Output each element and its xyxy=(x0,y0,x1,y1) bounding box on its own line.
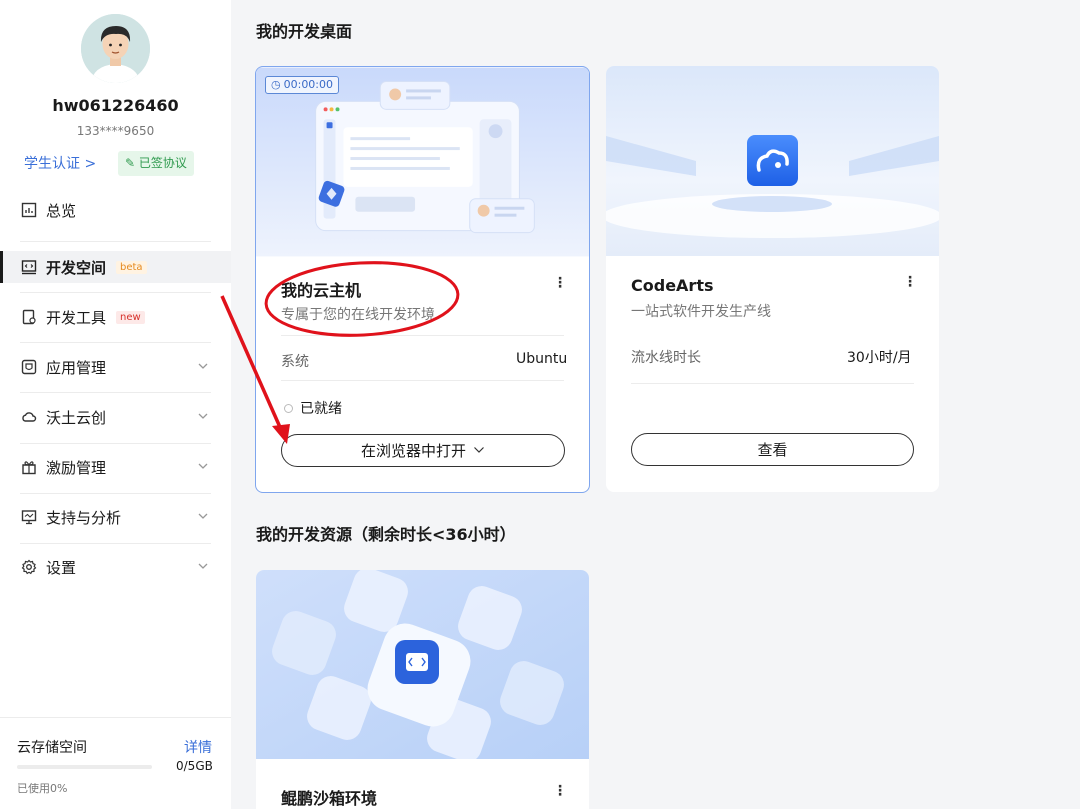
status-indicator: 已就绪 xyxy=(284,398,342,418)
nav-divider xyxy=(20,342,211,343)
devtools-icon xyxy=(20,308,38,326)
storage-detail-link[interactable]: 详情 xyxy=(184,737,212,757)
codearts-subtitle: 一站式软件开发生产线 xyxy=(631,304,771,320)
nav-divider xyxy=(20,241,211,242)
status-dot-icon xyxy=(284,403,293,413)
nav-label-incentive: 激励管理 xyxy=(46,458,107,477)
nav-label-overview: 总览 xyxy=(46,201,77,220)
storage-progress-bar xyxy=(17,765,152,769)
cloud-icon xyxy=(20,408,38,426)
pipeline-duration-value: 30小时/月 xyxy=(847,350,912,366)
nav-item-support[interactable]: 支持与分析 xyxy=(20,505,211,529)
storage-quota: 0/5GB xyxy=(176,759,213,773)
cloud-host-card[interactable]: ◷ 00:00:00 我的云主机 ⋮ 专属于您的在线开发环境 系统 Ubuntu… xyxy=(255,66,590,493)
nav-label-support: 支持与分析 xyxy=(46,508,122,527)
codearts-title: CodeArts xyxy=(631,276,714,295)
timer-value: 00:00:00 xyxy=(283,78,334,91)
more-options-icon[interactable]: ⋮ xyxy=(553,783,567,799)
gift-icon xyxy=(20,458,38,476)
chevron-down-icon xyxy=(197,408,209,426)
nav-label-devspace: 开发空间 xyxy=(46,258,107,277)
nav-item-incentive[interactable]: 激励管理 xyxy=(20,455,211,479)
open-in-browser-button[interactable]: 在浏览器中打开 xyxy=(281,434,565,467)
username: hw061226460 xyxy=(52,96,179,115)
signed-agreement-badge[interactable]: ✎ 已签协议 xyxy=(118,151,194,176)
beta-tag: beta xyxy=(116,260,147,274)
os-label: 系统 xyxy=(281,354,309,370)
view-button[interactable]: 查看 xyxy=(631,433,914,466)
pipeline-duration-label: 流水线时长 xyxy=(631,350,701,366)
storage-used: 已使用0% xyxy=(17,782,68,795)
avatar[interactable] xyxy=(81,14,150,83)
sandbox-illustration xyxy=(256,570,589,759)
monitor-chart-icon xyxy=(20,508,38,526)
nav-divider xyxy=(20,292,211,293)
card-divider xyxy=(281,380,564,381)
timer-badge: ◷ 00:00:00 xyxy=(265,76,340,94)
app-manage-icon xyxy=(20,358,38,376)
chevron-down-icon xyxy=(197,558,209,576)
nav-item-devtools[interactable]: 开发工具 new xyxy=(20,305,211,329)
sidebar: hw061226460 133****9650 学生认证 > ✎ 已签协议 总览… xyxy=(0,0,231,809)
nav-label-wotu: 沃土云创 xyxy=(46,408,107,427)
nav-item-app-manage[interactable]: 应用管理 xyxy=(20,355,211,379)
codearts-card[interactable]: CodeArts ⋮ 一站式软件开发生产线 流水线时长 30小时/月 查看 xyxy=(606,66,939,492)
pen-icon: ✎ xyxy=(125,156,136,170)
clock-icon: ◷ xyxy=(271,78,281,91)
chevron-down-icon xyxy=(473,442,485,460)
nav-label-devtools: 开发工具 xyxy=(46,308,107,327)
nav-item-wotu[interactable]: 沃土云创 xyxy=(20,405,211,429)
desktop-section-title: 我的开发桌面 xyxy=(256,22,353,41)
codearts-illustration xyxy=(606,66,939,256)
nav-divider xyxy=(20,543,211,544)
more-options-icon[interactable]: ⋮ xyxy=(903,274,917,290)
phone-number: 133****9650 xyxy=(76,124,155,138)
chevron-down-icon xyxy=(197,458,209,476)
nav-item-overview[interactable]: 总览 xyxy=(20,198,211,222)
os-value: Ubuntu xyxy=(516,351,568,367)
cloud-host-illustration xyxy=(256,67,589,257)
nav-label-settings: 设置 xyxy=(46,558,77,577)
card-divider xyxy=(281,335,564,336)
overview-icon xyxy=(20,201,38,219)
devspace-icon xyxy=(20,258,38,276)
avatar-illustration xyxy=(81,14,150,83)
signed-badge-label: 已签协议 xyxy=(138,156,187,170)
view-button-label: 查看 xyxy=(757,441,788,459)
cloud-host-subtitle: 专属于您的在线开发环境 xyxy=(281,307,435,323)
storage-divider xyxy=(0,717,231,718)
nav-divider xyxy=(20,392,211,393)
sandbox-title: 鲲鹏沙箱环境 xyxy=(281,789,378,808)
chevron-down-icon xyxy=(197,358,209,376)
status-label: 已就绪 xyxy=(300,401,342,417)
card-divider xyxy=(631,383,914,384)
storage-title: 云存储空间 xyxy=(17,740,87,756)
nav-divider xyxy=(20,493,211,494)
new-tag: new xyxy=(116,310,145,324)
nav-label-app-manage: 应用管理 xyxy=(46,358,107,377)
open-in-browser-label: 在浏览器中打开 xyxy=(360,442,466,460)
student-verify-link[interactable]: 学生认证 > xyxy=(24,153,96,173)
sandbox-card[interactable]: 鲲鹏沙箱环境 ⋮ xyxy=(256,570,589,809)
gear-icon xyxy=(20,558,38,576)
cloud-host-title: 我的云主机 xyxy=(281,281,362,300)
nav-item-devspace[interactable]: 开发空间 beta xyxy=(20,255,211,279)
more-options-icon[interactable]: ⋮ xyxy=(553,275,567,291)
chevron-down-icon xyxy=(197,508,209,526)
nav-item-settings[interactable]: 设置 xyxy=(20,555,211,579)
resources-section-title: 我的开发资源（剩余时长<36小时） xyxy=(256,525,516,544)
nav-divider xyxy=(20,443,211,444)
